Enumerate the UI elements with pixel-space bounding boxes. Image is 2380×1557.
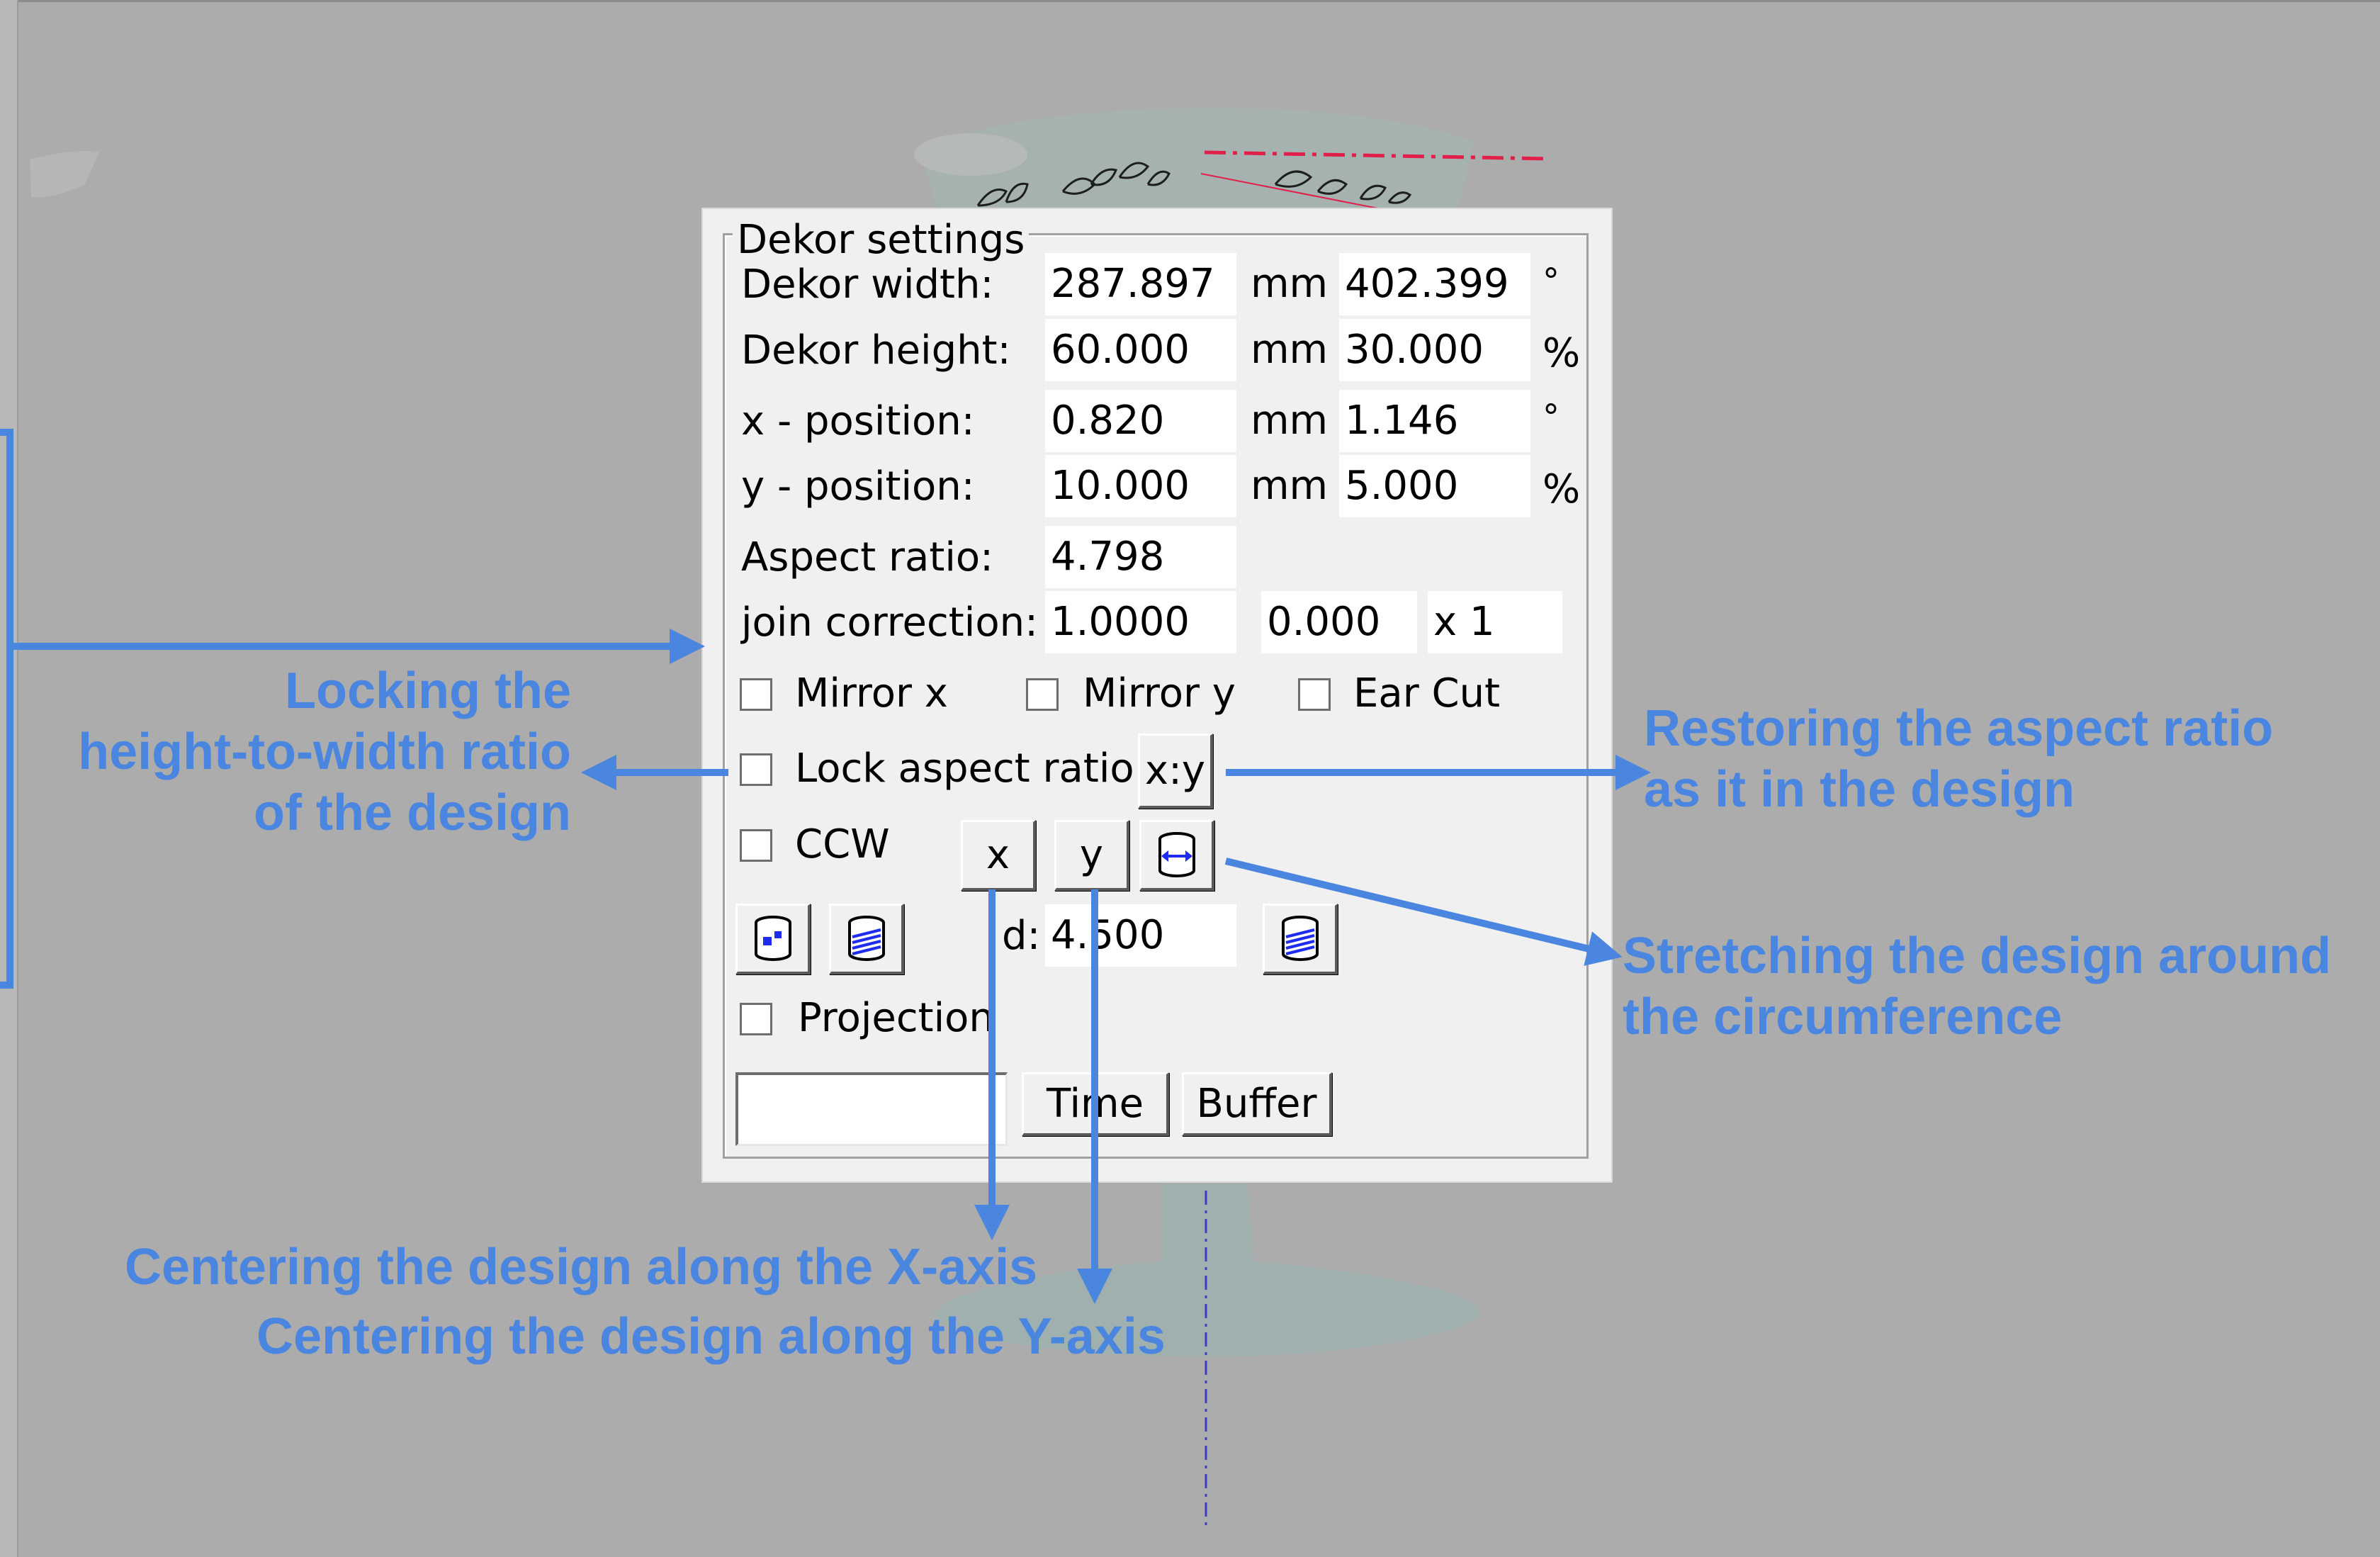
dekor-width-label: Dekor width:	[741, 262, 994, 308]
center-x-button[interactable]: x	[961, 820, 1036, 891]
mirror-x-label: Mirror x	[795, 670, 948, 716]
ccw-label: CCW	[795, 821, 890, 867]
x-position-mm-input[interactable]: 0.820	[1045, 390, 1236, 452]
stretch-circumference-button[interactable]	[1139, 820, 1214, 891]
annotation-center-y: Centering the design along the Y-axis	[256, 1308, 1166, 1365]
join-correction-input[interactable]: 1.0000	[1045, 591, 1236, 653]
join-correction-label: join correction:	[741, 600, 1038, 646]
dekor-height-mm-input[interactable]: 60.000	[1045, 319, 1236, 381]
group-title: Dekor settings	[733, 218, 1030, 263]
dekor-width-mm-input[interactable]: 287.897	[1045, 253, 1236, 315]
buffer-button[interactable]: Buffer	[1182, 1072, 1332, 1136]
percent-unit: %	[1543, 330, 1581, 376]
ear-cut-checkbox[interactable]	[1298, 678, 1331, 711]
projection-checkbox[interactable]	[740, 1003, 772, 1035]
y-position-mm-input[interactable]: 10.000	[1045, 455, 1236, 517]
dekor-height-label: Dekor height:	[741, 327, 1011, 373]
ccw-checkbox[interactable]	[740, 829, 772, 862]
cylinder-stretch-icon	[1158, 831, 1195, 877]
diameter-label: d:	[1002, 913, 1041, 959]
cylinder-hatch-button-2[interactable]	[1263, 904, 1338, 974]
y-position-percent-input[interactable]: 5.000	[1339, 455, 1530, 517]
annotation-restore: Restoring the aspect ratio as it in the …	[1644, 700, 2274, 818]
x-position-unit: mm	[1251, 398, 1329, 444]
dekor-height-unit: mm	[1251, 327, 1329, 373]
dekor-settings-dialog: Dekor settings Dekor width: 287.897 mm 4…	[701, 208, 1613, 1183]
annotation-stretch: Stretching the design around the circumf…	[1623, 928, 2332, 1045]
dekor-width-degree-input[interactable]: 402.399	[1339, 253, 1530, 315]
y-position-unit: mm	[1251, 463, 1329, 509]
join-correction-offset-input[interactable]: 0.000	[1261, 591, 1417, 653]
cylinder-hatch-button[interactable]	[829, 904, 904, 974]
cylinder-hatch-icon	[847, 915, 885, 961]
cylinder-point-button[interactable]	[735, 904, 811, 974]
time-button[interactable]: Time	[1022, 1072, 1169, 1136]
ear-cut-label: Ear Cut	[1353, 670, 1501, 716]
restore-aspect-ratio-button[interactable]: x:y	[1138, 733, 1213, 809]
center-y-button[interactable]: y	[1054, 820, 1129, 891]
projection-label: Projection	[798, 995, 994, 1041]
percent-unit: %	[1543, 466, 1581, 512]
lock-aspect-ratio-checkbox[interactable]	[740, 753, 772, 786]
x-position-label: x - position:	[741, 398, 975, 444]
degree-unit: °	[1543, 398, 1560, 437]
degree-unit: °	[1543, 262, 1560, 301]
join-correction-multiplier-input[interactable]: x 1	[1428, 591, 1562, 653]
aspect-ratio-input[interactable]: 4.798	[1045, 526, 1236, 588]
mirror-x-checkbox[interactable]	[740, 678, 772, 711]
annotation-center-x: Centering the design along the X-axis	[125, 1239, 1038, 1295]
y-position-label: y - position:	[741, 463, 975, 510]
dekor-height-percent-input[interactable]: 30.000	[1339, 319, 1530, 381]
cylinder-hatch-icon-2	[1281, 915, 1319, 961]
value-display-field[interactable]	[735, 1072, 1008, 1146]
diameter-input[interactable]: 4.500	[1045, 904, 1236, 967]
mirror-y-checkbox[interactable]	[1026, 678, 1059, 711]
cylinder-point-icon	[754, 915, 791, 961]
lock-aspect-ratio-label: Lock aspect ratio	[795, 746, 1134, 792]
aspect-ratio-label: Aspect ratio:	[741, 534, 994, 580]
annotation-lock: Locking the height-to-width ratio of the…	[78, 663, 571, 841]
dekor-width-unit: mm	[1251, 261, 1329, 307]
x-position-degree-input[interactable]: 1.146	[1339, 390, 1530, 452]
mirror-y-label: Mirror y	[1083, 670, 1236, 716]
